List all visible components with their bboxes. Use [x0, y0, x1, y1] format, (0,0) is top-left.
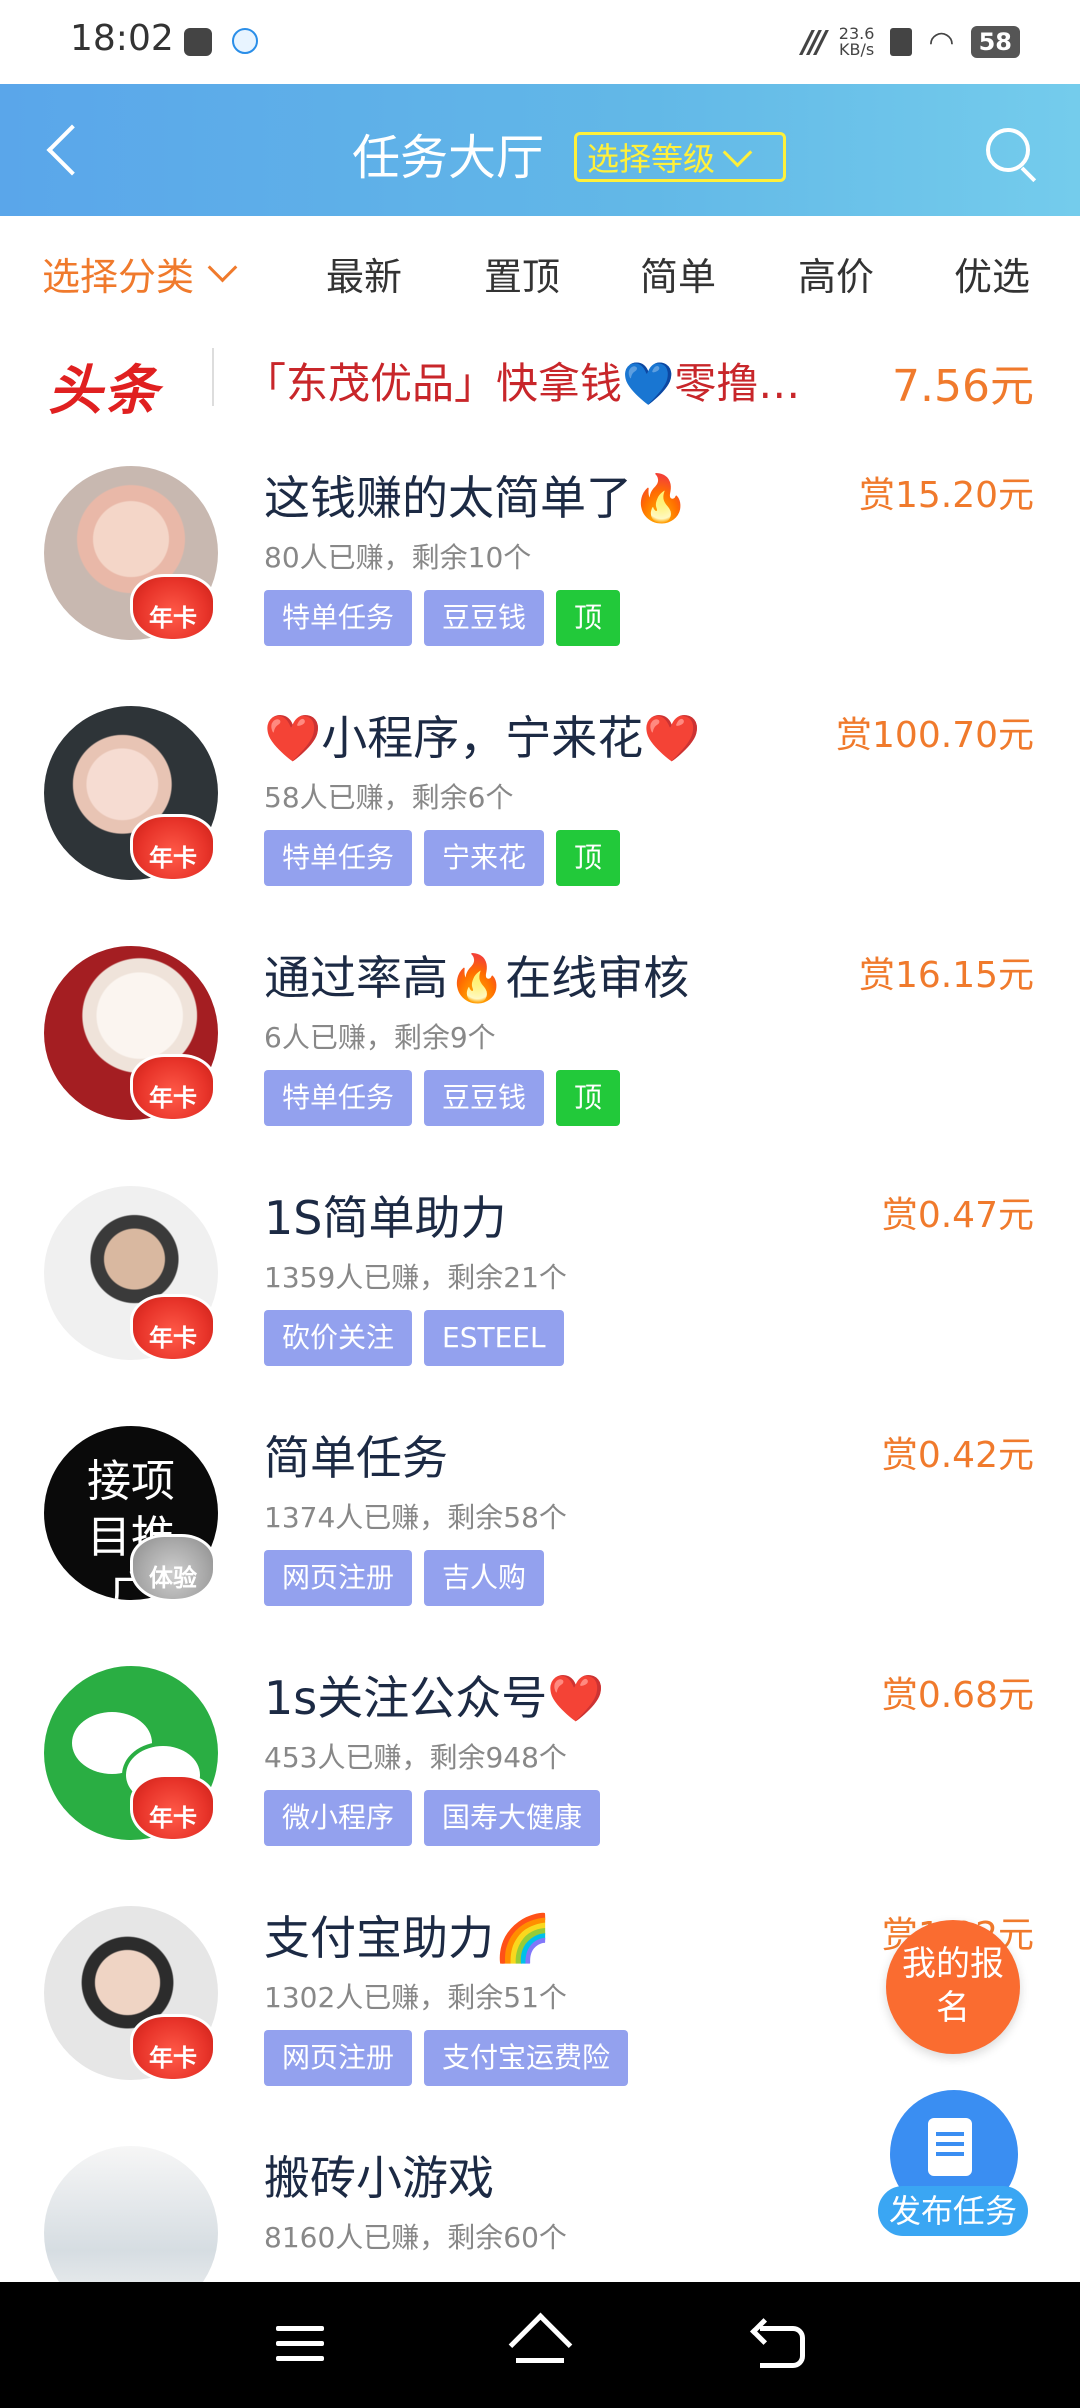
- home-icon[interactable]: [508, 2316, 572, 2372]
- annual-card-badge: 年卡: [130, 1294, 216, 1362]
- system-nav-bar: [0, 2282, 1080, 2408]
- task-title: 简单任务: [264, 1431, 448, 1485]
- signal-icon: ///: [801, 24, 827, 60]
- net-speed: 23.6 KB/s: [839, 26, 875, 58]
- tab-high-price[interactable]: 高价: [798, 246, 874, 301]
- net-speed-unit: KB/s: [838, 40, 875, 59]
- tag: 特单任务: [264, 590, 413, 646]
- headline-text: 「东茂优品」快拿钱💙零撸…: [244, 359, 801, 408]
- level-select-label: 选择等级: [587, 140, 716, 178]
- category-select[interactable]: 选择分类: [42, 246, 238, 301]
- task-title: 这钱赚的太简单了🔥: [264, 471, 690, 525]
- task-item[interactable]: 年卡 1s关注公众号❤️ 453人已赚，剩余948个 赏0.68元 微小程序 国…: [0, 1636, 1080, 1876]
- task-stats: 453人已赚，剩余948个: [264, 1741, 567, 1774]
- notification-app-icon: [184, 28, 212, 56]
- tag: 豆豆钱: [424, 590, 545, 646]
- tag-row: 砍价关注 ESTEEL: [264, 1310, 564, 1366]
- tag-row: 特单任务 豆豆钱 顶: [264, 1070, 621, 1126]
- battery-icon: 58: [970, 26, 1020, 58]
- publish-task-label: 发布任务: [878, 2186, 1028, 2236]
- chevron-down-icon: [207, 252, 238, 283]
- task-reward: 赏100.70元: [836, 715, 1034, 756]
- tag: 网页注册: [264, 1550, 413, 1606]
- chevron-down-icon: [722, 137, 753, 167]
- tag: 特单任务: [264, 1070, 413, 1126]
- annual-card-badge: 年卡: [130, 1774, 216, 1842]
- top-badge: 顶: [556, 830, 621, 886]
- tag: 特单任务: [264, 830, 413, 886]
- task-stats: 1374人已赚，剩余58个: [264, 1501, 567, 1534]
- tag-row: 特单任务 豆豆钱 顶: [264, 590, 621, 646]
- task-item[interactable]: 年卡 ❤️小程序，宁来花❤️ 58人已赚，剩余6个 赏100.70元 特单任务 …: [0, 676, 1080, 916]
- task-title: ❤️小程序，宁来花❤️: [264, 711, 701, 765]
- tag: 吉人购: [424, 1550, 545, 1606]
- tag: 网页注册: [264, 2030, 413, 2086]
- annual-card-badge: 年卡: [130, 2014, 216, 2082]
- tag: 微小程序: [264, 1790, 413, 1846]
- tag: 支付宝运费险: [424, 2030, 629, 2086]
- back-icon[interactable]: [40, 118, 100, 182]
- publish-task-button[interactable]: 发布任务: [878, 2090, 1028, 2250]
- tag-row: 微小程序 国寿大健康: [264, 1790, 601, 1846]
- back-nav-icon[interactable]: [750, 2318, 808, 2368]
- task-title: 1s关注公众号❤️: [264, 1671, 605, 1725]
- task-stats: 1302人已赚，剩余51个: [264, 1981, 567, 2014]
- sim-off-icon: [890, 28, 913, 56]
- page-title: 任务大厅: [352, 130, 545, 186]
- task-stats: 80人已赚，剩余10个: [264, 541, 532, 574]
- task-stats: 1359人已赚，剩余21个: [264, 1261, 567, 1294]
- tag-row: 网页注册 吉人购: [264, 1550, 545, 1606]
- headline-price: 7.56元: [892, 361, 1034, 412]
- search-icon[interactable]: [984, 126, 1044, 186]
- task-item[interactable]: 年卡 通过率高🔥在线审核 6人已赚，剩余9个 赏16.15元 特单任务 豆豆钱 …: [0, 916, 1080, 1156]
- task-item[interactable]: 年卡 1S简单助力 1359人已赚，剩余21个 赏0.47元 砍价关注 ESTE…: [0, 1156, 1080, 1396]
- tag: ESTEEL: [424, 1310, 564, 1366]
- task-reward: 赏0.68元: [881, 1675, 1034, 1716]
- headline-banner[interactable]: 头条 「东茂优品」快拿钱💙零撸… 7.56元: [0, 320, 1080, 436]
- top-badge: 顶: [556, 590, 621, 646]
- status-time: 18:02: [70, 18, 174, 59]
- filter-bar: 选择分类 最新 置顶 简单 高价 优选: [0, 216, 1080, 320]
- tab-featured[interactable]: 优选: [954, 246, 1030, 301]
- tag: 砍价关注: [264, 1310, 413, 1366]
- wifi-icon: ◠: [928, 24, 955, 60]
- task-reward: 赏15.20元: [858, 475, 1034, 516]
- annual-card-badge: 年卡: [130, 1054, 216, 1122]
- task-reward: 赏0.42元: [881, 1435, 1034, 1476]
- task-title: 1S简单助力: [264, 1191, 507, 1245]
- document-icon: [928, 2118, 972, 2176]
- task-reward: 赏0.47元: [881, 1195, 1034, 1236]
- app-header: 任务大厅 选择等级: [0, 84, 1080, 216]
- task-stats: 6人已赚，剩余9个: [264, 1021, 496, 1054]
- menu-icon[interactable]: [276, 2326, 324, 2362]
- task-item[interactable]: 年卡 这钱赚的太简单了🔥 80人已赚，剩余10个 赏15.20元 特单任务 豆豆…: [0, 436, 1080, 676]
- annual-card-badge: 年卡: [130, 814, 216, 882]
- task-item[interactable]: 接项目推广 体验 简单任务 1374人已赚，剩余58个 赏0.42元 网页注册 …: [0, 1396, 1080, 1636]
- task-title: 通过率高🔥在线审核: [264, 951, 690, 1005]
- tab-pinned[interactable]: 置顶: [484, 246, 560, 301]
- my-signup-button[interactable]: 我的报名: [886, 1920, 1020, 2054]
- trial-badge: 体验: [130, 1534, 216, 1602]
- status-right: /// 23.6 KB/s ◠ 58: [802, 20, 1020, 64]
- tag: 豆豆钱: [424, 1070, 545, 1126]
- task-stats: 58人已赚，剩余6个: [264, 781, 514, 814]
- task-stats: 8160人已赚，剩余60个: [264, 2221, 567, 2254]
- tab-simple[interactable]: 简单: [640, 246, 716, 301]
- status-bar: 18:02 /// 23.6 KB/s ◠ 58: [0, 0, 1080, 84]
- task-reward: 赏16.15元: [858, 955, 1034, 996]
- notification-k-icon: [232, 28, 258, 54]
- tag: 国寿大健康: [424, 1790, 601, 1846]
- category-label: 选择分类: [42, 255, 195, 299]
- divider: [212, 348, 214, 406]
- level-select[interactable]: 选择等级: [574, 132, 786, 182]
- top-badge: 顶: [556, 1070, 621, 1126]
- task-title: 支付宝助力🌈: [264, 1911, 552, 1965]
- tab-latest[interactable]: 最新: [326, 246, 402, 301]
- headline-logo: 头条: [48, 359, 160, 422]
- annual-card-badge: 年卡: [130, 574, 216, 642]
- tag-row: 网页注册 支付宝运费险: [264, 2030, 629, 2086]
- task-title: 搬砖小游戏: [264, 2151, 494, 2205]
- tag-row: 特单任务 宁来花 顶: [264, 830, 621, 886]
- tag: 宁来花: [424, 830, 545, 886]
